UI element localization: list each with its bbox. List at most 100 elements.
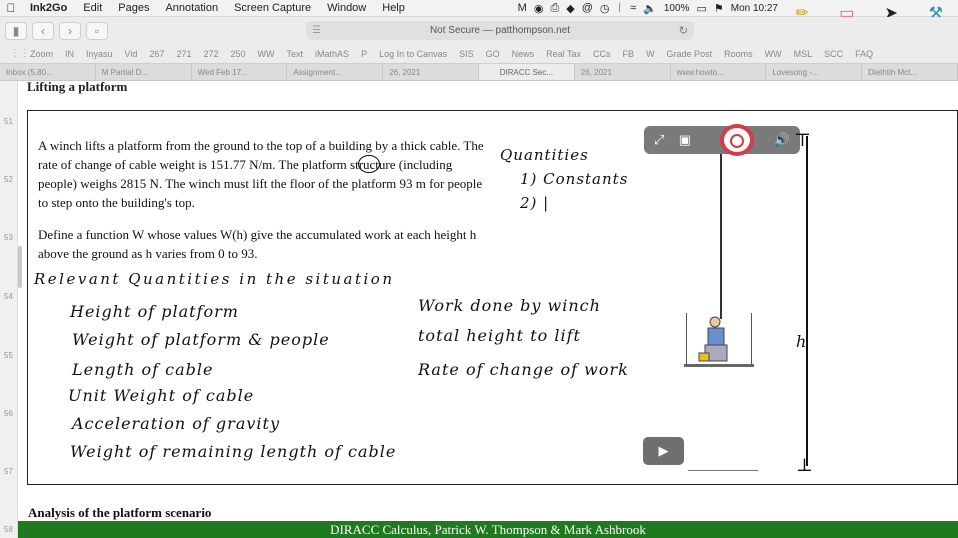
bookmark[interactable]: 250 <box>231 49 246 59</box>
bookmark[interactable]: CCs <box>593 49 611 59</box>
browser-toolbar: ▮ ‹ › ▫ ☰ Not Secure — patthompson.net ↻ <box>0 17 958 44</box>
clock[interactable]: Mon 10:27 <box>731 3 778 14</box>
back-button[interactable]: ‹ <box>32 21 54 40</box>
reader-icon[interactable]: ☰ <box>312 25 321 36</box>
bookmark[interactable]: Vid <box>125 49 138 59</box>
bookmark[interactable]: Rooms <box>724 49 753 59</box>
scrollbar-thumb[interactable] <box>18 246 22 288</box>
analysis-heading: Analysis of the platform scenario <box>28 505 212 520</box>
play-button[interactable]: ▶ <box>643 437 684 465</box>
ink-left-item: Unit Weight of cable <box>68 386 255 405</box>
bookmark[interactable]: IN <box>65 49 74 59</box>
menu-app[interactable]: Ink2Go <box>22 2 75 14</box>
bluetooth-icon[interactable]: ᛁ <box>617 2 624 14</box>
menu-annotation[interactable]: Annotation <box>157 2 226 14</box>
ink-h-label: h <box>796 332 808 351</box>
bookmark[interactable]: Grade Post <box>667 49 713 59</box>
bookmark[interactable]: GO <box>486 49 500 59</box>
line-number: 51 <box>4 117 13 126</box>
menu-window[interactable]: Window <box>319 2 374 14</box>
volume-icon[interactable]: 🔈 <box>643 2 657 15</box>
bookmark[interactable]: SCC <box>824 49 843 59</box>
tab[interactable]: Wed Feb 17... <box>192 64 288 80</box>
ink-item2: 2) | <box>520 194 550 212</box>
battery-icon[interactable]: ▭ <box>696 2 706 15</box>
bookmark[interactable]: WW <box>765 49 782 59</box>
menu-screen-capture[interactable]: Screen Capture <box>226 2 319 14</box>
tab[interactable]: Assignment... <box>287 64 384 80</box>
menu-edit[interactable]: Edit <box>75 2 110 14</box>
bookmark[interactable]: iMathAS <box>315 49 349 59</box>
bookmark[interactable]: WW <box>258 49 275 59</box>
ink-left-item: Acceleration of gravity <box>72 414 280 433</box>
ink-height-line <box>806 136 808 466</box>
malwarebytes-icon[interactable]: M <box>518 2 527 14</box>
fullscreen-icon[interactable]: ⤢ <box>654 132 664 148</box>
ink-right-item: total height to lift <box>418 326 581 345</box>
platform-floor <box>684 364 754 367</box>
battery-percent: 100% <box>663 2 690 14</box>
tab[interactable]: M Partial D... <box>96 64 192 80</box>
ink-right-item: Rate of change of work <box>418 360 629 379</box>
ink-right-item: Work done by winch <box>418 296 601 315</box>
bookmark[interactable]: SIS <box>459 49 474 59</box>
at-icon[interactable]: @ <box>582 2 593 14</box>
ink-left-item: Weight of platform & people <box>72 330 330 349</box>
grid-icon[interactable]: ⋮⋮ <box>10 48 30 59</box>
bookmark[interactable]: 272 <box>203 49 218 59</box>
tab[interactable]: Diethtih Mct... <box>862 64 958 80</box>
bookmark[interactable]: W <box>646 49 655 59</box>
bookmarks-bar: ⋮⋮ Zoom IN Inyasu Vid 267 271 272 250 WW… <box>0 44 958 63</box>
problem-statement: A winch lifts a platform from the ground… <box>38 136 490 212</box>
flag-icon[interactable]: ⚑ <box>714 2 724 15</box>
person-graphic <box>698 316 728 362</box>
ink-quantities: Quantities <box>500 146 589 164</box>
tab[interactable]: 26, 2021 <box>575 64 671 80</box>
bookmark[interactable]: Log In to Canvas <box>379 49 447 59</box>
bookmark[interactable]: News <box>512 49 535 59</box>
forward-button[interactable]: › <box>59 21 81 40</box>
printer-icon[interactable]: ⎙ <box>550 2 559 15</box>
ink-relevant-heading: Relevant Quantities in the situation <box>34 270 395 288</box>
pip-icon[interactable]: ▣ <box>679 132 691 148</box>
dropbox-icon[interactable]: ◆ <box>566 2 574 15</box>
bookmark[interactable]: FB <box>623 49 635 59</box>
wifi-icon[interactable]: ≈ <box>630 2 636 14</box>
problem-paragraph: A winch lifts a platform from the ground… <box>38 138 484 210</box>
tab[interactable]: www.howto... <box>671 64 767 80</box>
bookmark[interactable]: Text <box>287 49 304 59</box>
timemachine-icon[interactable]: ◷ <box>600 2 610 15</box>
menu-help[interactable]: Help <box>374 2 413 14</box>
line-number: 57 <box>4 467 13 476</box>
bookmark[interactable]: P <box>361 49 367 59</box>
bookmark[interactable]: Inyasu <box>86 49 113 59</box>
line-number: 56 <box>4 409 13 418</box>
bookmark[interactable]: 271 <box>176 49 191 59</box>
cable-graphic <box>720 154 722 319</box>
ink-bottom-tick: ⊥ <box>796 455 814 476</box>
tab-active[interactable]: DIRACC Sec... <box>478 64 575 80</box>
url-bar[interactable]: ☰ Not Secure — patthompson.net ↻ <box>306 21 694 40</box>
url-text: Not Secure — patthompson.net <box>429 25 571 36</box>
volume-icon[interactable]: 🔊 <box>774 132 790 148</box>
line-number: 55 <box>4 351 13 360</box>
tab[interactable]: Inbox (5,80... <box>0 64 96 80</box>
footer-banner: DIRACC Calculus, Patrick W. Thompson & M… <box>18 521 958 538</box>
apple-icon[interactable]:  <box>0 1 22 15</box>
bookmark[interactable]: FAQ <box>855 49 873 59</box>
bookmark[interactable]: Real Tax <box>546 49 581 59</box>
tab[interactable]: 26, 2021 <box>383 64 479 80</box>
zoom-icon[interactable]: ◉ <box>534 2 544 15</box>
ink-top-tick: ⊤ <box>794 130 812 151</box>
bookmark[interactable]: Zoom <box>30 49 53 59</box>
line-number: 54 <box>4 292 13 301</box>
bookmark[interactable]: 267 <box>149 49 164 59</box>
menu-pages[interactable]: Pages <box>110 2 157 14</box>
bookmark[interactable]: MSL <box>794 49 813 59</box>
sidebar-toggle-icon[interactable]: ▮ <box>5 21 27 40</box>
share-icon[interactable]: ▫ <box>86 21 108 40</box>
line-number-gutter: 51 52 53 54 55 56 57 58 <box>0 81 18 538</box>
reload-icon[interactable]: ↻ <box>679 24 688 37</box>
ink-circle-annotation <box>358 155 380 173</box>
tab[interactable]: Lovesong -... <box>766 64 863 80</box>
